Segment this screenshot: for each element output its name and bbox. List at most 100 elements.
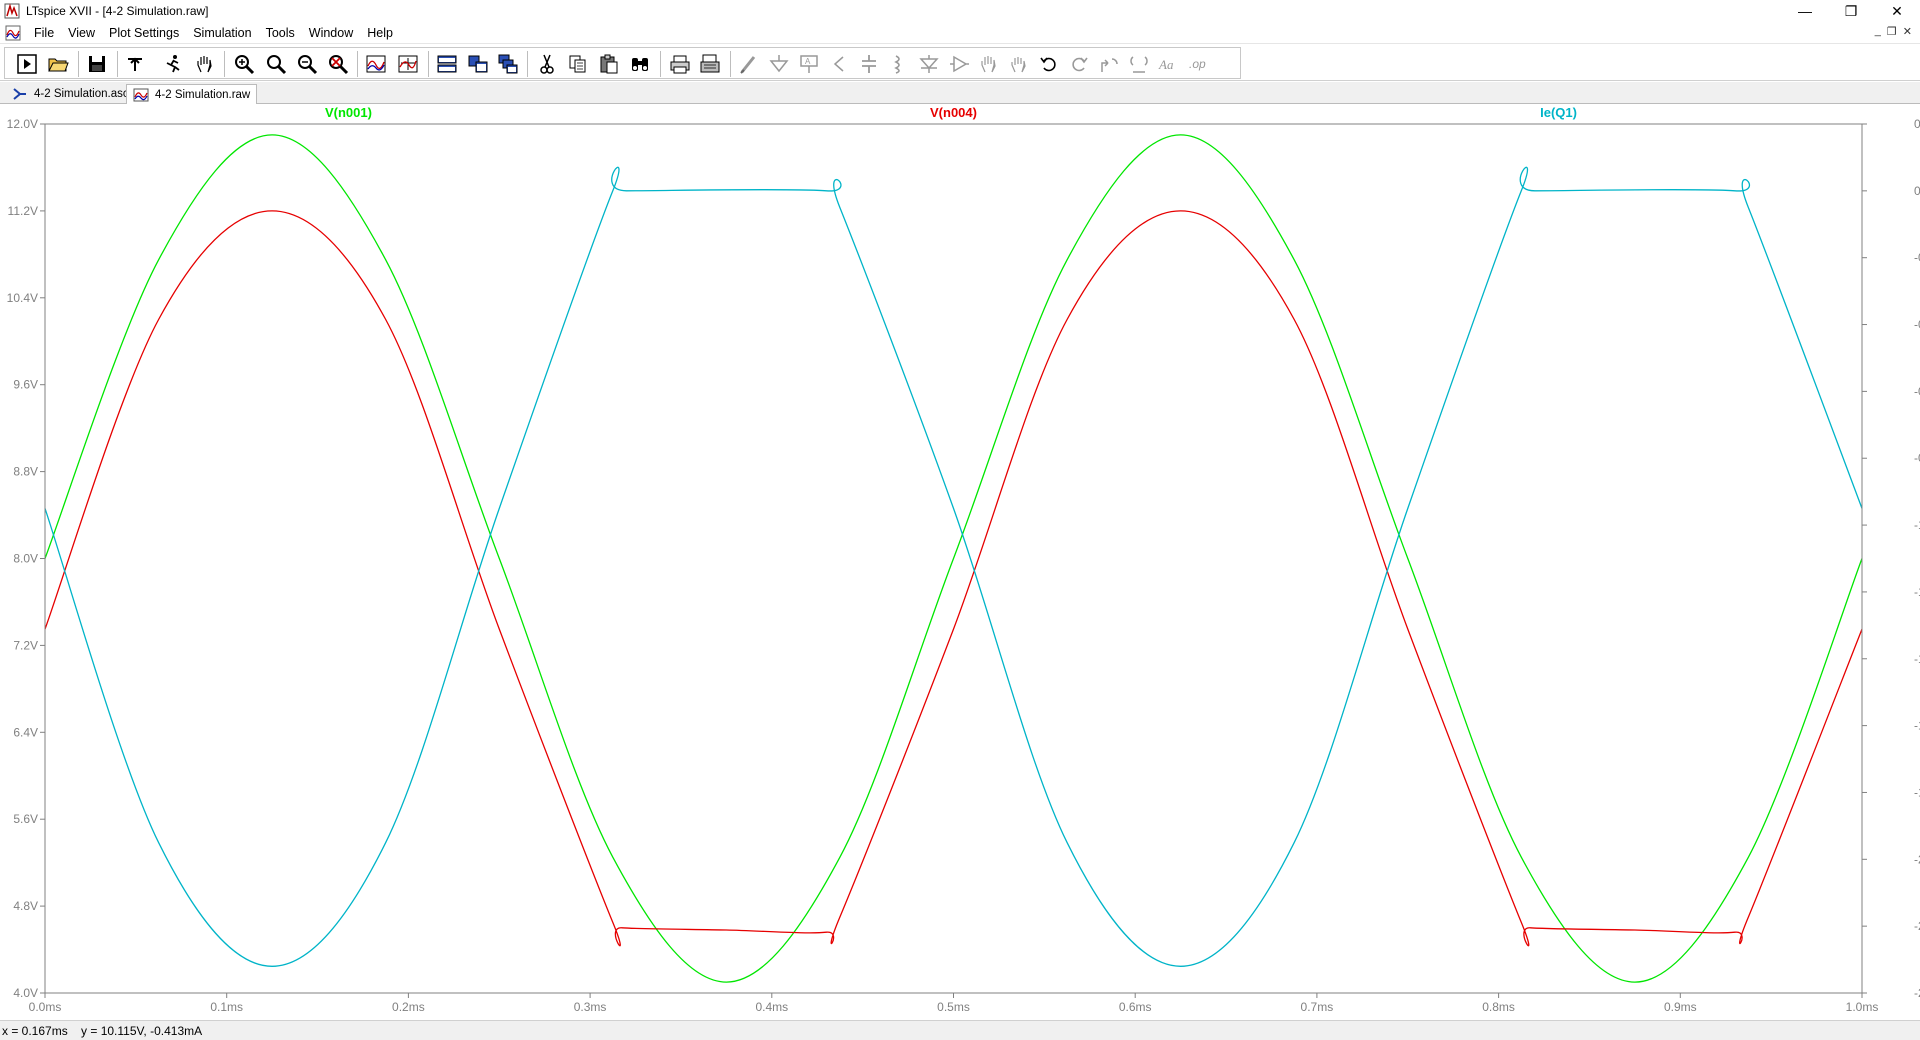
- pan-icon[interactable]: [193, 52, 217, 76]
- rotate-icon[interactable]: [1097, 52, 1121, 76]
- print-preview-icon[interactable]: [698, 52, 722, 76]
- label-net-icon[interactable]: A: [797, 52, 821, 76]
- trace-label[interactable]: V(n001): [325, 105, 372, 120]
- component-icon[interactable]: [947, 52, 971, 76]
- trace-label[interactable]: V(n004): [930, 105, 977, 120]
- toolbar-separator: [527, 51, 528, 77]
- right-tick-label: -0.6mA: [1914, 384, 1920, 398]
- cut-icon[interactable]: [535, 52, 559, 76]
- resistor-icon[interactable]: [827, 52, 851, 76]
- run-icon[interactable]: [15, 52, 39, 76]
- left-tick-label: 8.0V: [13, 552, 38, 566]
- menu-plot-settings[interactable]: Plot Settings: [102, 26, 186, 40]
- title-bar: LTspice XVII - [4-2 Simulation.raw] — ❐ …: [0, 0, 1920, 22]
- spice-directive-icon[interactable]: .op: [1187, 52, 1211, 76]
- zoom-fit-icon[interactable]: [326, 52, 350, 76]
- svg-text:.op: .op: [1189, 57, 1206, 71]
- trace-label[interactable]: Ie(Q1): [1540, 105, 1577, 120]
- open-icon[interactable]: [46, 52, 70, 76]
- x-axis-ticks: 0.0ms 0.1ms 0.2ms 0.3ms 0.4ms 0.5ms 0.6ms 0.7ms…: [29, 993, 1879, 1014]
- x-tick-label: 1.0ms: [1846, 1000, 1879, 1014]
- paste-icon[interactable]: [597, 52, 621, 76]
- copy-icon[interactable]: [566, 52, 590, 76]
- mdi-restore-button[interactable]: ❐: [1887, 25, 1897, 38]
- zoom-area-icon[interactable]: [264, 52, 288, 76]
- toolbar-separator: [357, 51, 358, 77]
- left-tick-label: 7.2V: [13, 638, 38, 652]
- halt-icon[interactable]: [161, 52, 185, 76]
- redo-icon[interactable]: [1067, 52, 1091, 76]
- trace-v-n004[interactable]: [44, 210, 1863, 947]
- undo-icon[interactable]: [1037, 52, 1061, 76]
- left-tick-label: 4.8V: [13, 899, 38, 913]
- zoom-out-icon[interactable]: [295, 52, 319, 76]
- trace-ie-q1[interactable]: [44, 166, 1863, 967]
- cursor-readout: x = 0.167ms y = 10.115V, -0.413mA: [2, 1023, 203, 1038]
- x-tick-label: 0.1ms: [210, 1000, 243, 1014]
- ltspice-logo-icon: [4, 3, 20, 19]
- document-tabs: 4-2 Simulation.asc 4-2 Simulation.raw: [0, 82, 1920, 104]
- trace-v-n001[interactable]: [44, 134, 1863, 983]
- mdi-close-button[interactable]: ✕: [1903, 25, 1912, 38]
- toolbar-separator: [428, 51, 429, 77]
- close-button[interactable]: ✕: [1874, 0, 1920, 22]
- pick-traces-icon[interactable]: [396, 52, 420, 76]
- right-tick-label: 0.0mA: [1914, 184, 1920, 198]
- minimize-button[interactable]: —: [1782, 0, 1828, 22]
- trace-labels[interactable]: V(n001) V(n004) Ie(Q1): [325, 105, 1577, 120]
- menu-file[interactable]: File: [27, 26, 61, 40]
- diode-icon[interactable]: [917, 52, 941, 76]
- tab-waveform[interactable]: 4-2 Simulation.raw: [126, 84, 258, 104]
- x-tick-label: 0.2ms: [392, 1000, 425, 1014]
- traces[interactable]: [44, 134, 1863, 983]
- left-tick-label: 6.4V: [13, 725, 38, 739]
- right-tick-label: -2.4mA: [1914, 986, 1920, 1000]
- waveform-plot-pane[interactable]: 12.0V 11.2V 10.4V 9.6V 8.8V 8.0V 7.2V 6.4V 5.6V 4…: [0, 104, 1920, 1020]
- control-panel-icon[interactable]: [123, 52, 147, 76]
- x-tick-label: 0.7ms: [1301, 1000, 1334, 1014]
- ground-icon[interactable]: [767, 52, 791, 76]
- right-tick-label: -1.8mA: [1914, 785, 1920, 799]
- print-icon[interactable]: [668, 52, 692, 76]
- zoom-in-icon[interactable]: [232, 52, 256, 76]
- menu-view[interactable]: View: [61, 26, 102, 40]
- capacitor-icon[interactable]: [857, 52, 881, 76]
- text-icon[interactable]: Aa: [1157, 52, 1181, 76]
- x-tick-label: 0.4ms: [755, 1000, 788, 1014]
- menu-window[interactable]: Window: [302, 26, 360, 40]
- toolbar-separator: [224, 51, 225, 77]
- inductor-icon[interactable]: [887, 52, 911, 76]
- waveform-chart[interactable]: 12.0V 11.2V 10.4V 9.6V 8.8V 8.0V 7.2V 6.4V 5.6V 4…: [0, 104, 1920, 1020]
- menu-help[interactable]: Help: [360, 26, 400, 40]
- right-tick-label: -1.4mA: [1914, 652, 1920, 666]
- x-tick-label: 0.3ms: [574, 1000, 607, 1014]
- wire-icon[interactable]: [737, 52, 761, 76]
- autorange-icon[interactable]: [364, 52, 388, 76]
- waveform-window-icon[interactable]: [5, 25, 21, 41]
- cascade-icon[interactable]: [496, 52, 520, 76]
- restore-button[interactable]: ❐: [1828, 0, 1874, 22]
- menu-simulation[interactable]: Simulation: [186, 26, 258, 40]
- tile-horizontal-icon[interactable]: [435, 52, 459, 76]
- drag-icon[interactable]: [1007, 52, 1031, 76]
- right-tick-label: -1.6mA: [1914, 719, 1920, 733]
- save-icon[interactable]: [85, 52, 109, 76]
- menu-tools[interactable]: Tools: [259, 26, 302, 40]
- move-icon[interactable]: [977, 52, 1001, 76]
- left-tick-label: 4.0V: [13, 986, 38, 1000]
- toolbar-separator: [730, 51, 731, 77]
- toolbar-separator: [78, 51, 79, 77]
- svg-text:A: A: [805, 57, 811, 66]
- schematic-icon: [13, 88, 26, 100]
- right-tick-label: -0.4mA: [1914, 318, 1920, 332]
- left-tick-label: 12.0V: [7, 117, 38, 131]
- tile-vertical-icon[interactable]: [466, 52, 490, 76]
- right-axis-ticks: 0.2mA 0.0mA -0.2mA -0.4mA -0.6mA -0.8mA -1.0mA…: [1862, 117, 1920, 1000]
- waveform-icon: [133, 88, 149, 101]
- tab-schematic[interactable]: 4-2 Simulation.asc: [6, 84, 135, 104]
- find-icon[interactable]: [628, 52, 652, 76]
- mdi-minimize-button[interactable]: _: [1875, 25, 1881, 38]
- menu-bar: File View Plot Settings Simulation Tools…: [0, 22, 1920, 44]
- mirror-icon[interactable]: [1127, 52, 1151, 76]
- svg-text:Aa: Aa: [1158, 57, 1174, 72]
